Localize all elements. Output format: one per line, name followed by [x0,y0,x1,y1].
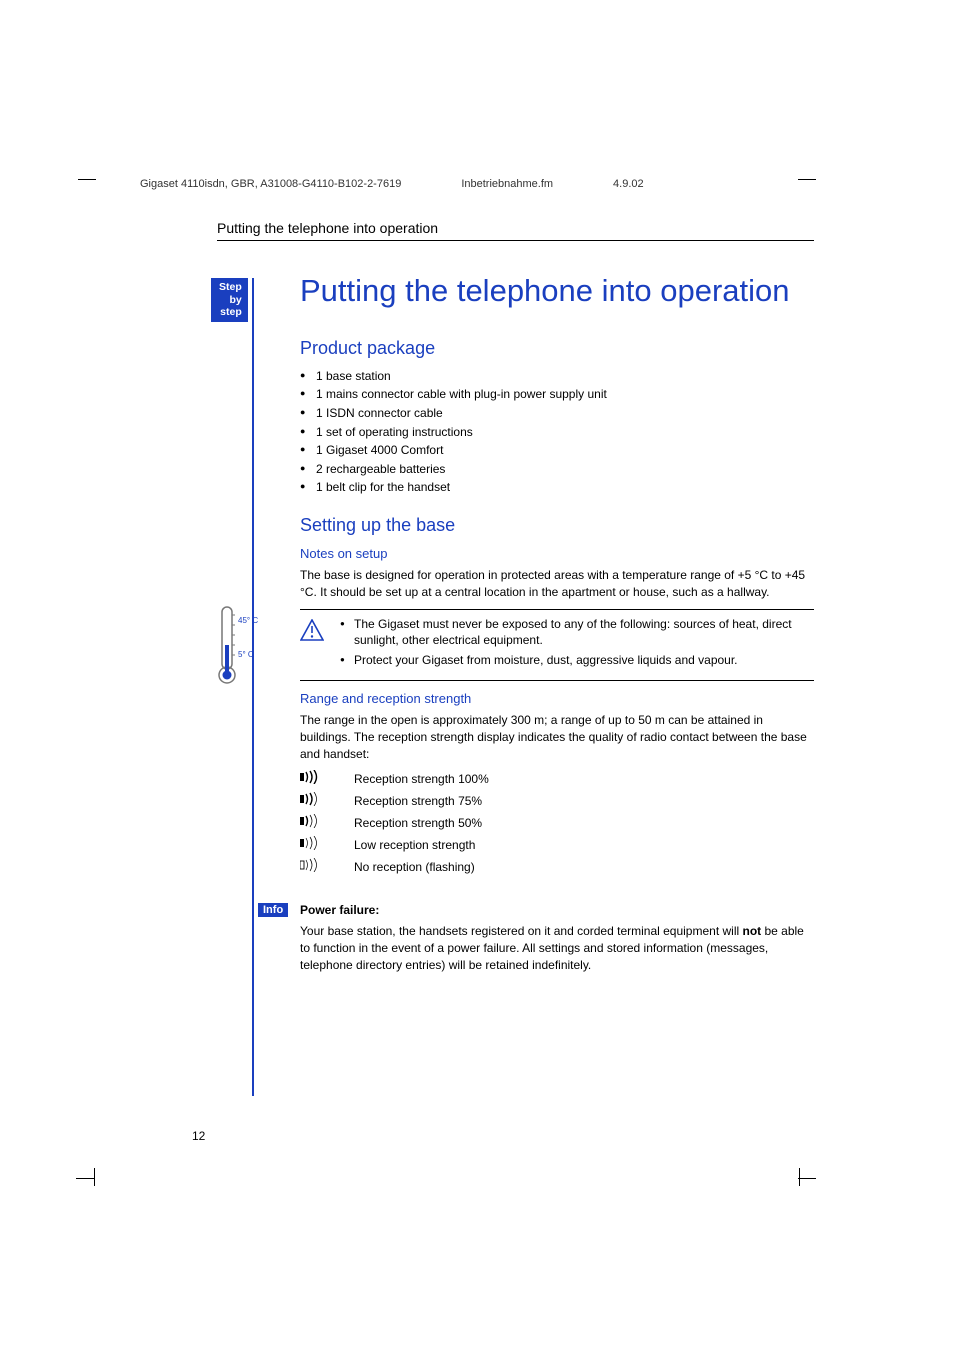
doc-file: Inbetriebnahme.fm [461,178,553,190]
signal-75-icon [300,792,354,809]
info-block: Power failure: Your base station, the ha… [300,903,814,973]
thermometer-icon: 45° C 5° C [216,605,268,687]
signal-list: Reception strength 100% Reception streng… [300,770,814,875]
list-item: 1 belt clip for the handset [300,478,814,497]
signal-label: No reception (flashing) [354,860,475,874]
info-title: Power failure: [300,903,814,917]
signal-label: Low reception strength [354,838,475,852]
list-item: 1 base station [300,367,814,386]
thermo-low-label: 5° C [238,650,254,659]
signal-row: No reception (flashing) [300,858,814,875]
tag-line: by [219,294,242,307]
notes-heading: Notes on setup [300,546,814,561]
range-heading: Range and reception strength [300,691,814,706]
caution-box: The Gigaset must never be exposed to any… [300,609,814,681]
setup-heading: Setting up the base [300,515,814,536]
signal-row: Reception strength 100% [300,770,814,787]
doc-id: Gigaset 4110isdn, GBR, A31008-G4110-B102… [140,178,401,190]
product-package-heading: Product package [300,338,814,359]
doc-header: Gigaset 4110isdn, GBR, A31008-G4110-B102… [140,178,814,190]
range-body: The range in the open is approximately 3… [300,712,814,762]
signal-label: Reception strength 75% [354,794,482,808]
signal-low-icon [300,836,354,853]
page-number: 12 [192,1129,205,1143]
doc-date: 4.9.02 [613,178,644,190]
signal-row: Reception strength 75% [300,792,814,809]
warning-icon [300,616,326,672]
tag-line: step [219,306,242,319]
list-item: 2 rechargeable batteries [300,460,814,479]
list-item: 1 set of operating instructions [300,423,814,442]
signal-none-icon [300,858,354,875]
tag-line: Step [219,281,242,294]
page-title: Putting the telephone into operation [300,270,814,312]
signal-row: Reception strength 50% [300,814,814,831]
signal-50-icon [300,814,354,831]
notes-body: The base is designed for operation in pr… [300,567,814,601]
list-item: 1 Gigaset 4000 Comfort [300,441,814,460]
running-head: Putting the telephone into operation [217,220,814,241]
step-by-step-tag: Step by step [211,278,248,322]
list-item: 1 ISDN connector cable [300,404,814,423]
signal-row: Low reception strength [300,836,814,853]
list-item: 1 mains connector cable with plug-in pow… [300,385,814,404]
signal-100-icon [300,770,354,787]
signal-label: Reception strength 100% [354,772,489,786]
info-tag: Info [258,903,288,917]
caution-item: The Gigaset must never be exposed to any… [340,616,814,650]
thermo-high-label: 45° C [238,616,258,625]
product-package-list: 1 base station 1 mains connector cable w… [300,367,814,497]
info-body: Your base station, the handsets register… [300,923,814,973]
signal-label: Reception strength 50% [354,816,482,830]
caution-item: Protect your Gigaset from moisture, dust… [340,652,814,669]
